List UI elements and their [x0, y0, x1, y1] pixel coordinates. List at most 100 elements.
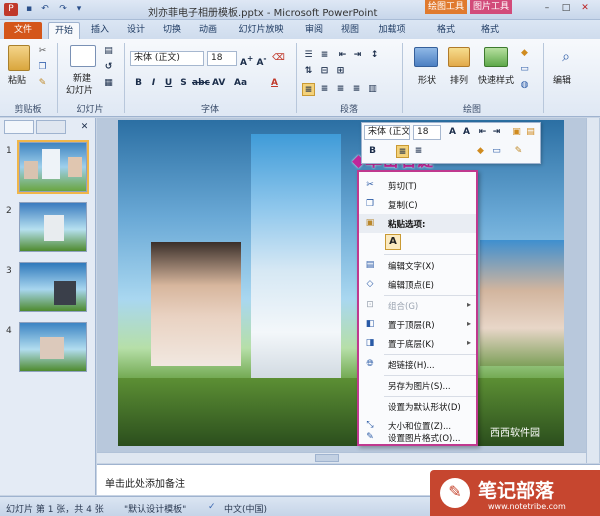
- menu-item-save-as-picture[interactable]: 另存为图片(S)...: [359, 376, 476, 395]
- clear-format-icon[interactable]: ⌫: [272, 52, 285, 65]
- horizontal-scrollbar[interactable]: [97, 452, 586, 463]
- italic-icon[interactable]: I: [147, 77, 160, 90]
- close-button[interactable]: ✕: [578, 2, 592, 14]
- tab-format-picture[interactable]: 格式: [472, 22, 508, 39]
- menu-item-set-default-shape[interactable]: 设置为默认形状(D): [359, 397, 476, 416]
- numbering-icon[interactable]: ≡: [318, 49, 331, 62]
- slide-thumbnail[interactable]: [19, 322, 87, 372]
- justify-icon[interactable]: ≡: [350, 83, 363, 96]
- tab-design[interactable]: 设计: [122, 22, 150, 39]
- menu-item-edit-points[interactable]: ◇ 编辑顶点(E): [359, 275, 476, 294]
- spellcheck-icon[interactable]: ✓: [208, 502, 216, 512]
- text-direction-icon[interactable]: ⇅: [302, 65, 315, 78]
- menu-item-cut[interactable]: ✂ 剪切(T): [359, 176, 476, 195]
- bold-icon[interactable]: B: [132, 77, 145, 90]
- save-icon[interactable]: ▪: [22, 3, 36, 16]
- tab-insert[interactable]: 插入: [86, 22, 114, 39]
- photo-center-selected[interactable]: [251, 134, 341, 382]
- edit-label[interactable]: 编辑: [553, 73, 571, 86]
- tab-animations[interactable]: 动画: [194, 22, 222, 39]
- mini-fill-icon[interactable]: ◆: [474, 145, 487, 158]
- align-right-icon[interactable]: ≡: [334, 83, 347, 96]
- redo-icon[interactable]: ↷: [56, 3, 70, 16]
- paste-icon[interactable]: [8, 45, 30, 71]
- grow-font-icon[interactable]: A+: [240, 52, 253, 68]
- app-icon[interactable]: P: [4, 3, 18, 16]
- mini-arrange-icon[interactable]: ▣: [510, 126, 523, 139]
- align-text-icon[interactable]: ⊟: [318, 65, 331, 78]
- change-case-icon[interactable]: Aa: [234, 77, 247, 90]
- copy-icon[interactable]: ❐: [36, 61, 49, 74]
- smartart-icon[interactable]: ⊞: [334, 65, 347, 78]
- arrange-icon[interactable]: [448, 47, 470, 67]
- strikethrough-icon[interactable]: abc: [192, 77, 210, 90]
- menu-item-edit-text[interactable]: ▤ 编辑文字(X): [359, 256, 476, 275]
- char-spacing-icon[interactable]: AV: [212, 77, 225, 90]
- align-left-icon[interactable]: ≡: [302, 83, 315, 96]
- undo-icon[interactable]: ↶: [38, 3, 52, 16]
- find-icon[interactable]: ⌕: [556, 47, 576, 67]
- menu-item-hyperlink[interactable]: 🌐︎ 超链接(H)...: [359, 355, 476, 374]
- mini-font-size[interactable]: 18: [413, 125, 441, 140]
- slide-canvas[interactable]: 西西软件园: [118, 120, 564, 446]
- underline-icon[interactable]: U: [162, 77, 175, 90]
- arrange-label[interactable]: 排列: [450, 73, 468, 86]
- tab-slideshow[interactable]: 幻灯片放映: [230, 22, 292, 39]
- section-icon[interactable]: ▦: [102, 77, 115, 90]
- slides-tab[interactable]: [4, 120, 34, 134]
- tab-addins[interactable]: 加载项: [374, 22, 410, 39]
- font-size-combo[interactable]: 18: [207, 51, 237, 66]
- tab-format-drawing[interactable]: 格式: [428, 22, 464, 39]
- language[interactable]: 中文(中国): [224, 502, 267, 515]
- quick-styles-icon[interactable]: [484, 47, 508, 67]
- minimize-button[interactable]: –: [540, 2, 554, 14]
- mini-outline-icon[interactable]: ▭: [490, 145, 503, 158]
- mini-format-painter-icon[interactable]: ✎: [512, 145, 525, 158]
- menu-item-send-to-back[interactable]: ◨ 置于底层(K) ▸: [359, 334, 476, 353]
- shadow-icon[interactable]: S: [177, 77, 190, 90]
- tab-file[interactable]: 文件: [4, 22, 42, 39]
- shape-effects-icon[interactable]: ◍: [518, 79, 531, 92]
- format-painter-icon[interactable]: ✎: [36, 77, 49, 90]
- line-spacing-icon[interactable]: ↕: [368, 49, 381, 62]
- mini-bold-icon[interactable]: B: [366, 145, 379, 158]
- close-panel-icon[interactable]: ✕: [78, 121, 91, 134]
- tab-home[interactable]: 开始: [48, 22, 80, 39]
- vertical-scrollbar[interactable]: [586, 118, 599, 463]
- shrink-font-icon[interactable]: A-: [255, 52, 268, 68]
- notes-placeholder[interactable]: 单击此处添加备注: [105, 475, 185, 490]
- tab-transitions[interactable]: 切换: [158, 22, 186, 39]
- slide-thumbnail[interactable]: [19, 202, 87, 252]
- menu-item-format-picture[interactable]: ✎ 设置图片格式(O)...: [359, 429, 476, 448]
- font-color-icon[interactable]: A: [268, 77, 281, 90]
- layout-icon[interactable]: ▤: [102, 45, 115, 58]
- menu-item-copy[interactable]: ❐ 复制(C): [359, 195, 476, 214]
- mini-font-name[interactable]: 宋体 (正文): [364, 125, 410, 140]
- shape-outline-icon[interactable]: ▭: [518, 63, 531, 76]
- quick-styles-label[interactable]: 快速样式: [478, 73, 514, 86]
- shapes-icon[interactable]: [414, 47, 438, 67]
- align-center-icon[interactable]: ≡: [318, 83, 331, 96]
- mini-decrease-indent-icon[interactable]: ⇤: [476, 126, 489, 139]
- cut-icon[interactable]: ✂: [36, 45, 49, 58]
- slide-thumbnail[interactable]: [17, 140, 89, 194]
- shapes-label[interactable]: 形状: [418, 73, 436, 86]
- scroll-thumb[interactable]: [315, 454, 339, 462]
- reset-icon[interactable]: ↺: [102, 61, 115, 74]
- outline-tab[interactable]: [36, 120, 66, 134]
- customize-qat-icon[interactable]: ▾: [72, 3, 86, 16]
- maximize-button[interactable]: □: [559, 2, 573, 14]
- columns-icon[interactable]: ▥: [366, 83, 379, 96]
- font-name-combo[interactable]: 宋体 (正文): [130, 51, 204, 66]
- photo-left[interactable]: [151, 242, 241, 366]
- new-slide-label-2[interactable]: 幻灯片: [66, 83, 93, 96]
- paste-button-label[interactable]: 粘贴: [8, 73, 26, 86]
- mini-grow-font-icon[interactable]: A: [446, 126, 459, 139]
- mini-align-icon[interactable]: ≡: [396, 145, 409, 158]
- photo-right[interactable]: [480, 240, 564, 366]
- mini-styles-icon[interactable]: ▤: [524, 126, 537, 139]
- menu-item-bring-to-front[interactable]: ◧ 置于顶层(R) ▸: [359, 315, 476, 334]
- tab-review[interactable]: 审阅: [300, 22, 328, 39]
- tab-view[interactable]: 视图: [336, 22, 364, 39]
- increase-indent-icon[interactable]: ⇥: [351, 49, 364, 62]
